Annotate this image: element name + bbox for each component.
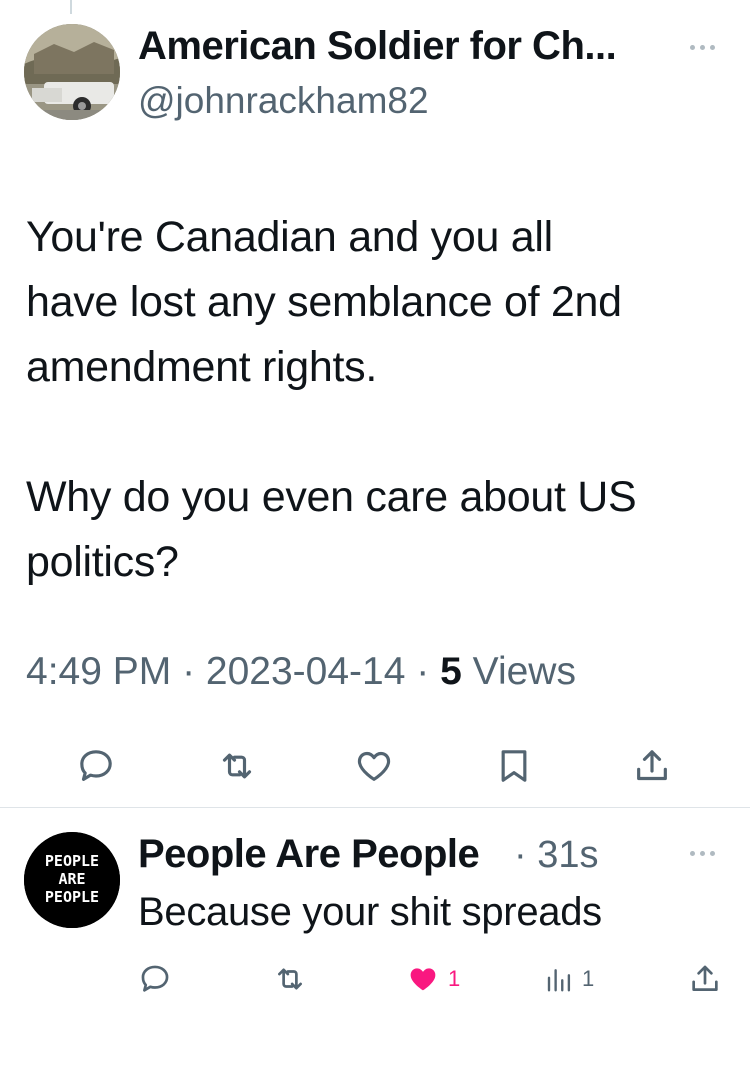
reply-reply-button[interactable] bbox=[138, 962, 172, 996]
share-icon bbox=[637, 750, 667, 781]
reply-retweet-button[interactable] bbox=[272, 962, 308, 996]
share-icon bbox=[692, 965, 718, 991]
heart-icon bbox=[357, 751, 391, 781]
tweet-actions bbox=[0, 746, 750, 790]
divider bbox=[0, 807, 750, 808]
tweet-time: 4:49 PM bbox=[26, 650, 172, 693]
retweet-icon bbox=[278, 968, 302, 990]
tweet-date: 2023-04-14 bbox=[205, 650, 406, 693]
avatar-photo bbox=[24, 24, 120, 120]
like-button[interactable] bbox=[354, 746, 394, 786]
tweet-text: You're Canadian and you all have lost an… bbox=[26, 213, 637, 586]
reply-actions: 1 1 bbox=[0, 962, 750, 1002]
more-dots-icon[interactable] bbox=[690, 846, 722, 860]
heart-icon bbox=[410, 968, 436, 991]
avatar-logo-line-1: PEOPLE bbox=[45, 852, 99, 870]
views-label[interactable]: Views bbox=[473, 650, 576, 693]
like-count: 1 bbox=[448, 966, 461, 991]
reply-text: Because your shit spreads bbox=[138, 890, 602, 934]
author-avatar[interactable] bbox=[24, 24, 120, 120]
reply-avatar[interactable]: PEOPLE ARE PEOPLE bbox=[24, 832, 120, 928]
avatar-logo-line-2: ARE bbox=[58, 870, 85, 888]
reply-timestamp[interactable]: · 31s bbox=[514, 834, 598, 877]
author-handle[interactable]: @johnrackham82 bbox=[138, 80, 429, 122]
share-button[interactable] bbox=[632, 746, 672, 786]
reply-author-name[interactable]: People Are People bbox=[138, 832, 480, 877]
avatar-logo-line-3: PEOPLE bbox=[45, 888, 99, 906]
reply-like-button[interactable]: 1 bbox=[406, 962, 460, 996]
views-count: 5 bbox=[440, 650, 462, 693]
views-count: 1 bbox=[582, 966, 595, 991]
bookmark-button[interactable] bbox=[494, 746, 534, 786]
retweet-button[interactable] bbox=[216, 746, 258, 786]
avatar-logo: PEOPLE ARE PEOPLE bbox=[24, 832, 120, 928]
bookmark-icon bbox=[501, 750, 527, 782]
bar-chart-icon bbox=[547, 969, 571, 992]
speech-bubble-icon bbox=[80, 750, 112, 781]
retweet-icon bbox=[222, 753, 252, 779]
speech-bubble-icon bbox=[141, 965, 169, 992]
reply-views-button[interactable]: 1 bbox=[544, 962, 594, 996]
meta-separator: · bbox=[405, 650, 441, 693]
meta-separator: · bbox=[171, 650, 206, 693]
tweet-meta: 4:49 PM · 2023-04-14 · 5 Views bbox=[26, 650, 576, 694]
more-dots-icon[interactable] bbox=[690, 40, 722, 54]
author-name[interactable]: American Soldier for Ch... bbox=[138, 24, 617, 69]
reply-button[interactable] bbox=[76, 746, 116, 786]
thread-connector bbox=[70, 0, 72, 14]
reply-share-button[interactable] bbox=[688, 962, 722, 996]
